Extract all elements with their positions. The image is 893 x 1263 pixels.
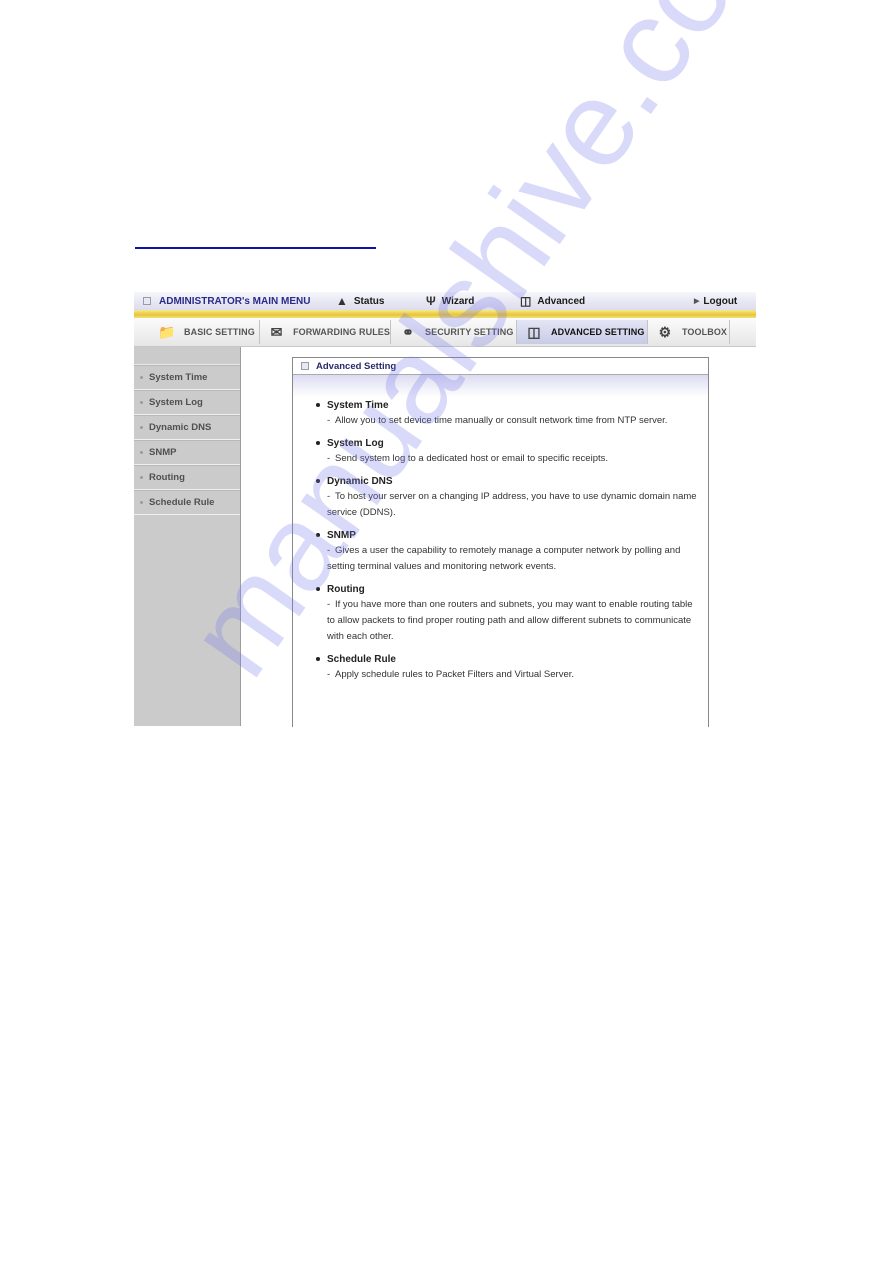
item-description: Allow you to set device time manually or…	[335, 415, 668, 426]
item-description: Gives a user the capability to remotely …	[327, 545, 681, 572]
tab-label: ADVANCED SETTING	[551, 327, 645, 337]
panel-header-gradient	[293, 375, 708, 397]
tab-basic-setting[interactable]: 📁 BASIC SETTING	[150, 320, 260, 344]
sidebar-item-label: Dynamic DNS	[149, 422, 212, 433]
bullet-icon	[316, 479, 320, 483]
bullet-icon	[140, 426, 143, 429]
arrow-right-icon: ▶	[694, 298, 700, 305]
item-title: System Log	[327, 437, 384, 449]
item-title: SNMP	[327, 529, 356, 541]
tab-label: FORWARDING RULES	[293, 327, 390, 337]
sidebar-spacer	[134, 347, 240, 365]
menu-advanced[interactable]: ◫ Advanced	[520, 294, 586, 308]
router-admin-frame: ADMINISTRATOR's MAIN MENU ▲ Status Ψ Wiz…	[134, 292, 756, 727]
sidebar-item-label: SNMP	[149, 447, 177, 458]
item-title: Schedule Rule	[327, 653, 396, 665]
bullet-icon	[140, 476, 143, 479]
sidebar-item-label: System Time	[149, 372, 208, 383]
security-icon: ⚭	[402, 323, 414, 340]
wizard-icon: Ψ	[426, 294, 436, 308]
item-title: System Time	[327, 399, 389, 411]
list-item: System Time - Allow you to set device tim…	[316, 397, 708, 429]
forwarding-icon: ✉	[270, 323, 283, 340]
menu-logout[interactable]: ▶ Logout	[694, 296, 737, 307]
bullet-icon	[316, 403, 320, 407]
sidebar-item-label: Routing	[149, 472, 185, 483]
sidebar-item-label: Schedule Rule	[149, 497, 215, 508]
main-menu-title-text: ADMINISTRATOR's MAIN MENU	[159, 295, 311, 307]
menu-wizard-label: Wizard	[441, 295, 475, 307]
list-item: Dynamic DNS - To host your server on a ch…	[316, 473, 708, 521]
tab-toolbox[interactable]: ⚙ TOOLBOX	[648, 320, 730, 344]
tab-label: SECURITY SETTING	[425, 327, 514, 337]
item-description: Apply schedule rules to Packet Filters a…	[335, 669, 575, 680]
folder-icon: 📁	[158, 323, 176, 340]
tab-forwarding-rules[interactable]: ✉ FORWARDING RULES	[260, 320, 391, 344]
advanced-setting-icon: ◫	[527, 323, 541, 340]
sidebar-item-schedule-rule[interactable]: Schedule Rule	[134, 490, 240, 515]
list-item: System Log - Send system log to a dedicat…	[316, 435, 708, 467]
feature-list: System Time - Allow you to set device tim…	[293, 397, 708, 683]
sidebar: System Time System Log Dynamic DNS SNMP …	[134, 347, 241, 726]
bullet-icon	[316, 533, 320, 537]
hyperlink-underline[interactable]	[135, 247, 376, 249]
item-title: Dynamic DNS	[327, 475, 393, 487]
item-description: To host your server on a changing IP add…	[327, 491, 697, 518]
list-item: Routing - If you have more than one route…	[316, 581, 708, 645]
square-bullet-icon	[301, 362, 309, 370]
item-description: If you have more than one routers and su…	[327, 599, 693, 642]
main-menu-bar: ADMINISTRATOR's MAIN MENU ▲ Status Ψ Wiz…	[134, 292, 756, 310]
sidebar-item-routing[interactable]: Routing	[134, 465, 240, 490]
list-item: SNMP - Gives a user the capability to rem…	[316, 527, 708, 575]
bullet-icon	[316, 441, 320, 445]
status-icon: ▲	[336, 294, 348, 308]
sidebar-item-snmp[interactable]: SNMP	[134, 440, 240, 465]
main-menu-title: ADMINISTRATOR's MAIN MENU	[143, 296, 310, 307]
tab-security-setting[interactable]: ⚭ SECURITY SETTING	[391, 320, 517, 344]
menu-accent-bar	[134, 310, 756, 318]
advanced-setting-panel: Advanced Setting System Time - Allow you …	[292, 357, 709, 727]
bullet-icon	[316, 587, 320, 591]
bullet-icon	[140, 451, 143, 454]
bullet-icon	[140, 376, 143, 379]
sidebar-item-system-log[interactable]: System Log	[134, 390, 240, 415]
list-item: Schedule Rule - Apply schedule rules to P…	[316, 651, 708, 683]
panel-title: Advanced Setting	[316, 360, 397, 372]
sidebar-item-dynamic-dns[interactable]: Dynamic DNS	[134, 415, 240, 440]
menu-wizard[interactable]: Ψ Wizard	[426, 294, 475, 308]
tab-bar: 📁 BASIC SETTING ✉ FORWARDING RULES ⚭ SEC…	[134, 318, 756, 347]
menu-logout-label: Logout	[703, 295, 738, 307]
bullet-icon	[316, 657, 320, 661]
bullet-icon	[140, 501, 143, 504]
menu-status[interactable]: ▲ Status	[336, 294, 385, 308]
menu-advanced-label: Advanced	[537, 295, 586, 307]
toolbox-icon: ⚙	[658, 323, 672, 340]
menu-status-label: Status	[353, 295, 385, 307]
item-title: Routing	[327, 583, 365, 595]
tab-advanced-setting[interactable]: ◫ ADVANCED SETTING	[517, 320, 648, 344]
sidebar-item-system-time[interactable]: System Time	[134, 365, 240, 390]
bullet-icon	[140, 401, 143, 404]
tab-label: TOOLBOX	[682, 327, 728, 337]
tab-label: BASIC SETTING	[184, 327, 255, 337]
advanced-icon: ◫	[520, 294, 532, 308]
sidebar-item-label: System Log	[149, 397, 203, 408]
square-bullet-icon	[143, 297, 151, 305]
item-description: Send system log to a dedicated host or e…	[335, 453, 608, 464]
panel-header: Advanced Setting	[293, 358, 708, 375]
